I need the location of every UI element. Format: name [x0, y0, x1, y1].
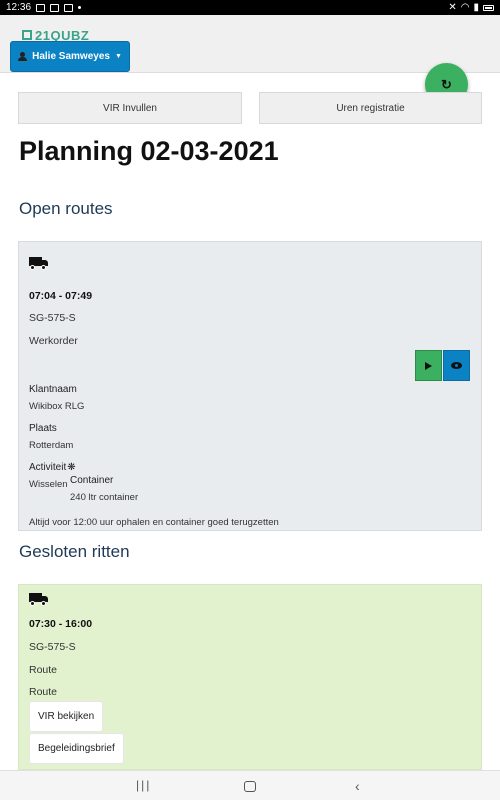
app-header: 21QUBZ Halie Samweyes ▼	[0, 15, 500, 73]
user-menu-button[interactable]: Halie Samweyes ▼	[10, 41, 130, 72]
klantnaam-value: Wikibox RLG	[29, 401, 85, 412]
status-bar: 12:36 ✕ ◠ ▮	[0, 0, 500, 15]
ride-type: Route	[29, 664, 58, 676]
truck-icon	[29, 255, 49, 271]
signal-icon: ▮	[473, 2, 479, 13]
message-notification-icon	[50, 3, 60, 12]
back-icon[interactable]: ‹	[355, 778, 360, 794]
more-notifications-icon	[78, 6, 82, 9]
home-icon[interactable]	[244, 781, 256, 792]
user-icon	[18, 52, 28, 61]
open-routes-heading: Open routes	[19, 199, 113, 218]
image-notification-icon	[36, 3, 46, 12]
route-time: 07:04 - 07:49	[29, 290, 93, 302]
activiteit-value: Wisselen	[29, 479, 68, 490]
activiteit-label-row: Activiteit❋	[29, 462, 76, 473]
plaats-value: Rotterdam	[29, 440, 74, 451]
vir-bekijken-button[interactable]: VIR bekijken	[29, 701, 104, 732]
ride-plate: SG-575-S	[29, 641, 76, 653]
ride-time: 07:30 - 16:00	[29, 618, 93, 630]
play-icon	[425, 361, 432, 370]
container-value: 240 ltr container	[70, 492, 139, 503]
begeleidingsbrief-button[interactable]: Begeleidingsbrief	[29, 733, 124, 764]
chevron-down-icon: ▼	[114, 53, 122, 60]
clock: 12:36	[6, 2, 32, 13]
route-type: Werkorder	[29, 335, 78, 347]
start-route-button[interactable]	[415, 350, 442, 381]
route-note: Altijd voor 12:00 uur ophalen en contain…	[29, 517, 279, 528]
battery-icon	[483, 4, 494, 11]
klantnaam-label: Klantnaam	[29, 384, 77, 395]
closed-ride-card: 07:30 - 16:00 SG-575-S Route Route VIR b…	[18, 584, 482, 770]
refresh-icon: ↻	[441, 76, 452, 92]
gear-icon: ❋	[67, 462, 76, 473]
activiteit-label: Activiteit	[29, 462, 67, 473]
page-title: Planning 02-03-2021	[19, 136, 279, 166]
truck-icon	[29, 591, 49, 607]
container-label: Container	[70, 475, 114, 486]
mute-icon: ✕	[448, 2, 457, 13]
wifi-icon: ◠	[460, 2, 470, 13]
eye-icon	[451, 362, 462, 369]
ride-subtype: Route	[29, 686, 58, 698]
plaats-label: Plaats	[29, 423, 57, 434]
recent-apps-icon[interactable]: |||	[136, 778, 151, 792]
cube-icon	[22, 30, 32, 40]
system-nav-bar: ||| ‹	[0, 770, 500, 800]
vir-invullen-button[interactable]: VIR Invullen	[18, 92, 242, 124]
uren-registratie-button[interactable]: Uren registratie	[259, 92, 482, 124]
open-route-card: 07:04 - 07:49 SG-575-S Werkorder Klantna…	[18, 241, 482, 531]
view-route-button[interactable]	[443, 350, 470, 381]
user-name: Halie Samweyes	[32, 51, 110, 62]
mail-notification-icon	[64, 3, 74, 12]
route-plate: SG-575-S	[29, 312, 76, 324]
closed-rides-heading: Gesloten ritten	[19, 542, 130, 561]
